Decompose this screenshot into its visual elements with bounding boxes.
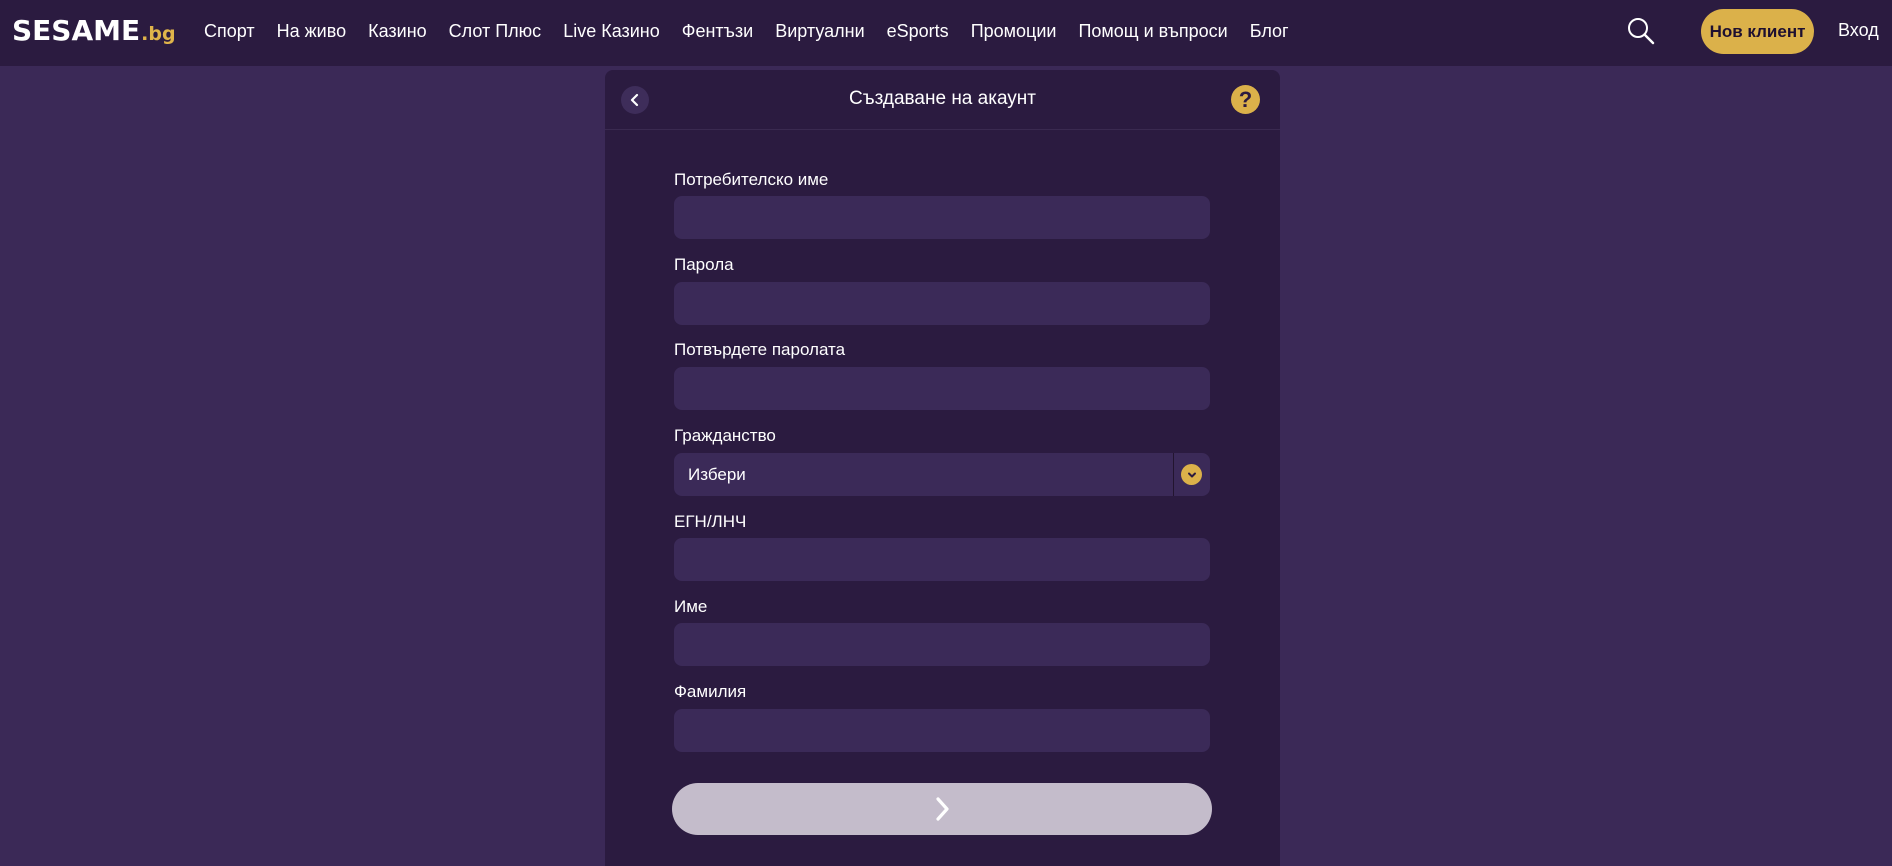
citizenship-selected-value: Избери (688, 465, 746, 484)
username-label: Потребителско име (674, 170, 829, 189)
panel-header: Създаване на акаунт ? (605, 70, 1280, 130)
nav-item-slot-plus[interactable]: Слот Плюс (449, 21, 542, 42)
login-link[interactable]: Вход (1838, 20, 1879, 41)
registration-panel: Създаване на акаунт ? Потребителско име … (605, 70, 1280, 866)
nav-item-virtual[interactable]: Виртуални (775, 21, 864, 42)
password-label: Парола (674, 255, 734, 274)
logo-main-text: SESAME (12, 14, 141, 47)
logo-tld-text: .bg (141, 23, 176, 45)
submit-button[interactable] (672, 783, 1212, 835)
chevron-down-icon (1181, 464, 1202, 485)
last-name-label: Фамилия (674, 682, 747, 701)
nav-item-live[interactable]: На живо (277, 21, 346, 42)
nav-item-fantasy[interactable]: Фентъзи (682, 21, 753, 42)
egn-label: ЕГН/ЛНЧ (674, 512, 747, 531)
last-name-input[interactable] (674, 709, 1210, 752)
egn-input[interactable] (674, 538, 1210, 581)
select-divider (1173, 453, 1174, 496)
citizenship-label: Гражданство (674, 426, 776, 445)
nav-item-sport[interactable]: Спорт (204, 21, 255, 42)
citizenship-select[interactable]: Избери (674, 453, 1210, 496)
help-icon[interactable]: ? (1231, 85, 1260, 114)
nav-item-live-casino[interactable]: Live Казино (563, 21, 660, 42)
username-input[interactable] (674, 196, 1210, 239)
first-name-input[interactable] (674, 623, 1210, 666)
top-navigation-bar: SESAME .bg Спорт На живо Казино Слот Плю… (0, 0, 1892, 66)
nav-item-help[interactable]: Помощ и въпроси (1078, 21, 1227, 42)
search-icon[interactable] (1626, 16, 1656, 46)
nav-item-promotions[interactable]: Промоции (971, 21, 1057, 42)
password-input[interactable] (674, 282, 1210, 325)
chevron-right-icon (936, 797, 949, 821)
main-nav: Спорт На живо Казино Слот Плюс Live Кази… (204, 0, 1311, 62)
sesame-logo[interactable]: SESAME .bg (12, 14, 176, 47)
page-title: Създаване на акаунт (848, 88, 1036, 109)
new-client-button[interactable]: Нов клиент (1701, 9, 1814, 54)
nav-item-casino[interactable]: Казино (368, 21, 427, 42)
confirm-password-input[interactable] (674, 367, 1210, 410)
first-name-label: Име (674, 597, 708, 616)
confirm-password-label: Потвърдете паролата (674, 340, 846, 359)
nav-item-blog[interactable]: Блог (1250, 21, 1289, 42)
nav-item-esports[interactable]: eSports (887, 21, 949, 42)
